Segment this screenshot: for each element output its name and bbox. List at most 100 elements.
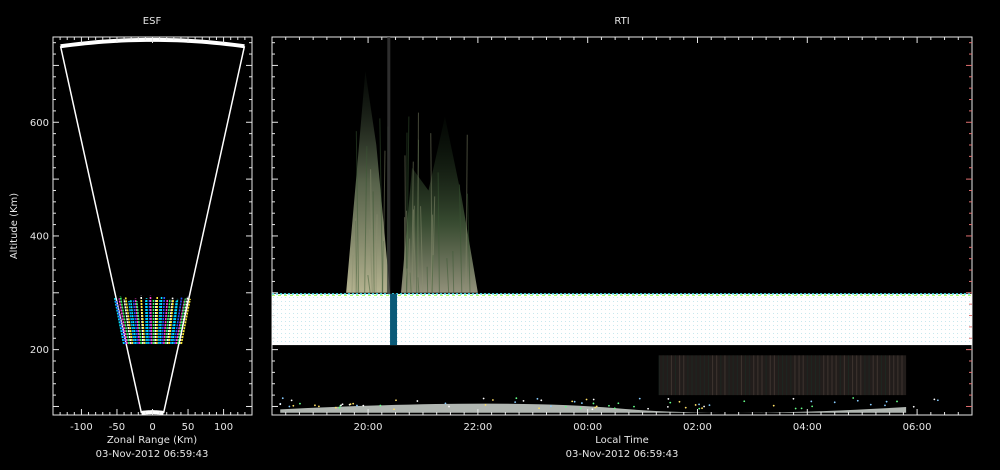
rti-low-echo-speck [314,404,316,407]
rti-low-echo-speck [292,404,295,407]
rti-low-echo-speck [591,408,594,411]
rti-low-echo-speck [362,404,365,407]
rti-plume-texture [409,238,411,293]
esf-y-tick-label: 200 [30,345,49,356]
rti-low-echo-speck [794,407,797,410]
figure: ESF -100 -50 0 50 100 200 400 600 Zonal Range … [9,16,973,460]
rti-low-echo-speck [666,405,669,408]
rti-low-echo-speck [594,406,597,409]
rti-plume-texture [426,266,429,293]
rti-low-echo-speck [743,400,746,403]
rti-low-echo-speck [694,404,697,406]
rti-low-echo-speck [290,399,293,402]
esf-y-tick-label: 600 [30,118,49,129]
rti-low-echo-speck [592,402,595,405]
rti-low-echo-speck [395,399,397,402]
rti-x-tick-label: 00:00 [573,422,602,433]
rti-gap-stripe [390,293,398,346]
rti-low-echo-speck [869,403,872,406]
rti-low-echo-speck [936,399,939,402]
esf-plot-frame [52,36,253,416]
rti-low-echo-speck [617,402,620,405]
rti-low-echo-speck [579,407,582,410]
rti-low-echo-speck [522,400,525,402]
rti-low-echo-speck [514,401,517,404]
rti-low-echo-speck [698,407,701,410]
rti-low-echo-speck [484,404,487,406]
rti-low-echo-speck [334,406,337,409]
rti-low-echo-speck [811,405,814,408]
esf-y-tick-label: 400 [30,231,49,242]
rti-low-echo-speck [852,397,855,399]
rti-low-echo-speck [571,400,574,403]
esf-title: ESF [143,16,162,27]
rti-x-tick-label: 22:00 [463,422,492,433]
rti-low-echo-speck [550,405,552,407]
rti-low-echo-speck [885,400,888,403]
rti-low-echo-speck [341,403,344,406]
rti-x-tick-label: 04:00 [793,422,822,433]
rti-low-echo-speck [279,403,282,406]
rti-low-echo-speck [393,408,395,411]
rti-low-echo-speck [810,400,813,403]
rti-low-echo-speck [492,399,494,401]
rti-low-echo-speck [379,404,382,407]
rti-low-echo-speck [856,399,859,402]
rti-low-echo-speck [317,405,320,408]
rti-low-echo-speck [633,405,635,408]
rti-low-echo-speck [884,404,886,407]
rti-low-echo-speck [482,397,485,400]
rti-low-echo-speck [608,404,610,407]
esf-x-tick-label: -100 [70,422,93,433]
rti-low-echo-speck [281,397,284,400]
rti-low-echo-speck [933,398,936,401]
rti-low-echo-speck [540,399,543,402]
rti-low-echo-speck [288,405,291,408]
rti-x-label: Local Time [595,435,649,446]
rti-low-echo-speck [564,405,567,408]
rti-x-tick-label: 02:00 [683,422,712,433]
rti-low-echo-speck [416,400,419,402]
rti-title: RTI [614,16,629,27]
rti-low-echo-speck [340,404,342,407]
rti-gap-stripe [387,37,391,294]
rti-low-echo-speck [595,405,598,408]
rti-low-echo-speck [536,397,539,400]
rti-low-echo-speck [515,397,518,400]
rti-low-echo-speck [667,398,670,400]
rti-low-echo-speck [792,397,795,400]
rti-low-echo-speck [299,402,301,405]
rti-low-echo-speck [444,402,447,405]
rti-low-echo-speck [356,404,358,407]
rti-panel: RTI 20:00 22:00 00:00 02:00 04:00 06:00 Local… [271,16,973,460]
esf-timestamp: 03-Nov-2012 06:59:43 [96,449,209,460]
rti-low-echo-speck [573,400,576,403]
radar-display: ESF -100 -50 0 50 100 200 400 600 Zonal Range … [0,0,1000,470]
esf-x-tick-label: 100 [214,422,233,433]
rti-low-echo-speck [698,403,700,406]
rti-low-echo-speck [580,402,583,404]
rti-low-echo-speck [896,400,898,403]
rti-low-echo-speck [352,402,355,405]
rti-saturated-band [272,293,972,346]
esf-x-tick-label: -50 [109,422,125,433]
rti-low-echo-speck [592,398,595,401]
rti-low-echo-speck [448,405,450,408]
rti-low-echo-speck [833,401,836,404]
rti-low-echo-speck [613,407,616,410]
rti-low-echo-speck [349,403,352,406]
rti-low-echo-speck [800,407,803,410]
rti-timestamp: 03-Nov-2012 06:59:43 [566,449,679,460]
rti-low-echo-speck [585,398,588,401]
rti-low-echo-speck [703,405,706,408]
rti-low-echo-speck [701,407,703,410]
rti-low-echo-speck [538,407,540,410]
esf-panel: ESF -100 -50 0 50 100 200 400 600 Zonal Range … [9,16,253,460]
rti-low-echo-speck [708,404,711,407]
rti-low-echo-speck [684,406,687,409]
rti-x-tick-label: 06:00 [903,422,932,433]
esf-x-label: Zonal Range (Km) [107,435,197,446]
esf-echo-streak [154,299,157,344]
esf-x-tick-label: 50 [182,422,195,433]
rti-low-echo-speck [638,397,641,400]
